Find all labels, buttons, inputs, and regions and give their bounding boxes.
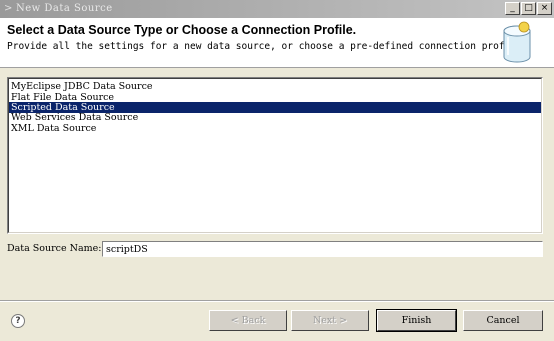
minimize-button[interactable]: _ [505, 2, 520, 15]
window-icon: > [4, 3, 13, 14]
close-button[interactable]: × [537, 2, 552, 15]
data-source-type-list[interactable]: MyEclipse JDBC Data Source Flat File Dat… [7, 77, 543, 234]
list-body: MyEclipse JDBC Data Source Flat File Dat… [8, 78, 542, 233]
page-description: Provide all the settings for a new data … [7, 41, 528, 52]
window-title: New Data Source [16, 3, 113, 14]
maximize-button[interactable]: □ [521, 2, 536, 15]
data-source-name-label: Data Source Name: [7, 243, 102, 254]
database-icon [503, 21, 531, 63]
cancel-button[interactable]: Cancel [463, 310, 543, 331]
button-bar-separator [0, 300, 554, 302]
wizard-header: Select a Data Source Type or Choose a Co… [0, 18, 554, 68]
page-title: Select a Data Source Type or Choose a Co… [7, 23, 357, 37]
title-bar[interactable]: > New Data Source _ □ × [0, 0, 554, 18]
list-item-web-services[interactable]: Web Services Data Source [9, 112, 541, 123]
back-button[interactable]: < Back [209, 310, 287, 331]
help-icon[interactable]: ? [11, 314, 25, 328]
data-source-name-input[interactable] [102, 241, 543, 257]
finish-button[interactable]: Finish [376, 309, 457, 332]
next-button[interactable]: Next > [291, 310, 369, 331]
list-item-myeclipse-jdbc[interactable]: MyEclipse JDBC Data Source [9, 81, 541, 92]
new-data-source-dialog: > New Data Source _ □ × Select a Data So… [0, 0, 554, 341]
list-item-xml[interactable]: XML Data Source [9, 123, 541, 134]
